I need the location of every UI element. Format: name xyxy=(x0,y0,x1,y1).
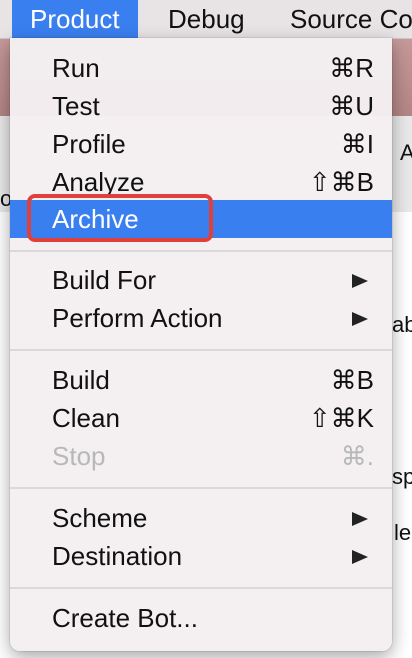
background-text-fragment: sp xyxy=(392,464,412,489)
menu-item-create-bot[interactable]: Create Bot... xyxy=(10,599,392,637)
submenu-arrow-icon xyxy=(352,512,368,526)
menu-item-run[interactable]: Run ⌘R xyxy=(10,49,392,87)
menu-item-label: Run xyxy=(52,53,100,83)
menu-bar-debug[interactable]: Debug xyxy=(168,0,245,38)
menu-item-perform-action[interactable]: Perform Action xyxy=(10,299,392,337)
shortcut-label: ⇧⌘K xyxy=(308,403,374,433)
menu-item-label: Destination xyxy=(52,541,183,571)
menu-item-build[interactable]: Build ⌘B xyxy=(10,361,392,399)
menu-item-label: Profile xyxy=(52,129,126,159)
menu-item-label: Build xyxy=(52,365,110,395)
product-menu: Run ⌘R Test ⌘U Profile ⌘I Analyze ⇧⌘B Ar… xyxy=(10,38,392,651)
menu-separator xyxy=(10,250,392,252)
menu-item-label: Stop xyxy=(52,441,106,471)
menu-item-build-for[interactable]: Build For xyxy=(10,261,392,299)
menu-bar: Product Debug Source Co xyxy=(0,0,412,39)
menu-item-clean[interactable]: Clean ⇧⌘K xyxy=(10,399,392,437)
shortcut-label: ⇧⌘B xyxy=(308,167,374,197)
shortcut-label: ⌘U xyxy=(329,91,374,121)
menu-separator xyxy=(10,349,392,351)
menu-separator xyxy=(10,587,392,589)
shortcut-label: ⌘R xyxy=(329,53,374,83)
menu-bar-source-control[interactable]: Source Co xyxy=(290,0,412,38)
menu-item-profile[interactable]: Profile ⌘I xyxy=(10,125,392,163)
shortcut-label: ⌘. xyxy=(340,441,374,471)
submenu-arrow-icon xyxy=(352,274,368,288)
background-text-fragment: le xyxy=(394,520,412,545)
menu-bar-product[interactable]: Product xyxy=(12,0,138,38)
menu-separator xyxy=(10,487,392,489)
menu-item-label: Create Bot... xyxy=(52,603,198,633)
annotation-highlight-box xyxy=(27,194,213,242)
menu-item-stop: Stop ⌘. xyxy=(10,437,392,475)
shortcut-label: ⌘I xyxy=(340,129,374,159)
menu-item-label: Scheme xyxy=(52,503,148,533)
menu-item-label: Perform Action xyxy=(52,303,223,333)
menu-item-test[interactable]: Test ⌘U xyxy=(10,87,392,125)
shortcut-label: ⌘B xyxy=(330,365,374,395)
submenu-arrow-icon xyxy=(352,550,368,564)
background-text-fragment: ab xyxy=(392,312,412,337)
background-text-fragment: A xyxy=(400,140,412,165)
menu-item-label: Test xyxy=(52,91,100,121)
submenu-arrow-icon xyxy=(352,312,368,326)
menu-item-scheme[interactable]: Scheme xyxy=(10,499,392,537)
menu-item-destination[interactable]: Destination xyxy=(10,537,392,575)
menu-item-label: Clean xyxy=(52,403,120,433)
menu-item-label: Build For xyxy=(52,265,157,295)
